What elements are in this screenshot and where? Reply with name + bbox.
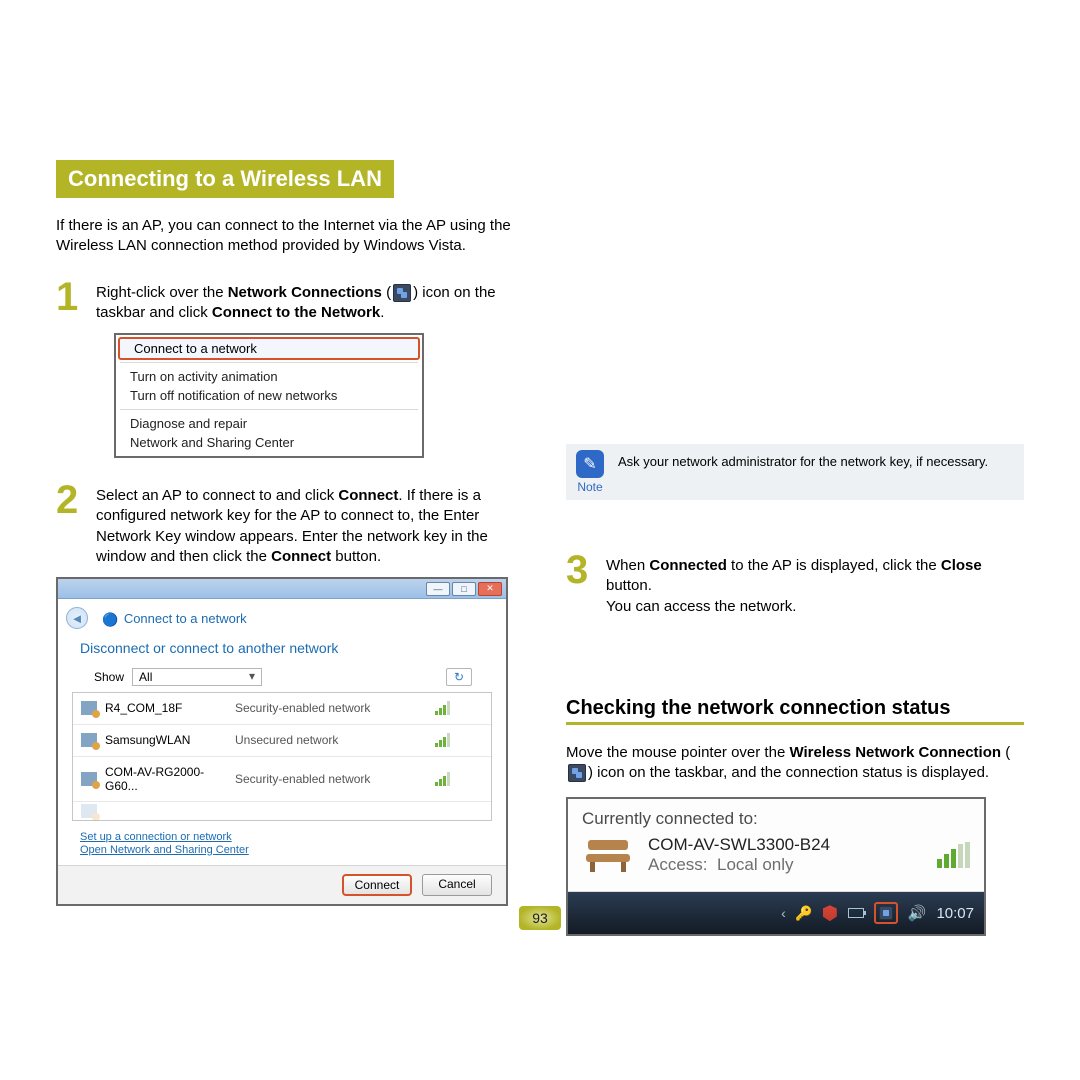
intro-paragraph: If there is an AP, you can connect to th… bbox=[56, 216, 526, 257]
network-icon bbox=[81, 701, 97, 715]
shield-icon[interactable] bbox=[822, 905, 838, 921]
text-fragment: Network Connections bbox=[228, 284, 382, 301]
check-status-paragraph: Move the mouse pointer over the Wireless… bbox=[566, 743, 1024, 784]
text-fragment: Connect to the Network bbox=[212, 304, 380, 321]
text-fragment: ( bbox=[382, 284, 391, 301]
network-icon: 🔵 bbox=[102, 612, 118, 628]
text-fragment: Access: bbox=[648, 855, 708, 874]
network-name: SamsungWLAN bbox=[105, 733, 235, 747]
menu-item-connect-network[interactable]: Connect to a network bbox=[118, 337, 420, 360]
network-security: Security-enabled network bbox=[235, 772, 435, 786]
dialog-breadcrumb: ◄ 🔵 Connect to a network bbox=[58, 599, 506, 632]
text-fragment: When bbox=[606, 557, 649, 574]
text-fragment: Select an AP to connect to and click bbox=[96, 487, 338, 504]
text-fragment: Connect bbox=[338, 487, 398, 504]
menu-item[interactable]: Network and Sharing Center bbox=[130, 433, 408, 452]
key-icon[interactable]: 🔑 bbox=[796, 905, 812, 921]
signal-icon bbox=[435, 701, 473, 715]
note-body: Ask your network administrator for the n… bbox=[618, 450, 988, 471]
step-1: 1 Right-click over the Network Connectio… bbox=[56, 283, 526, 324]
network-row[interactable]: COM-AV-RG2000-G60... Security-enabled ne… bbox=[73, 757, 491, 802]
context-menu-screenshot: Connect to a network Turn on activity an… bbox=[114, 333, 424, 458]
refresh-button[interactable]: ↻ bbox=[446, 668, 472, 686]
show-label: Show bbox=[94, 670, 124, 684]
step-1-number: 1 bbox=[56, 281, 88, 324]
network-name: COM-AV-RG2000-G60... bbox=[105, 765, 235, 793]
subsection-title: Checking the network connection status bbox=[566, 697, 1024, 720]
step-3-number: 3 bbox=[566, 554, 598, 617]
connect-button[interactable]: Connect bbox=[342, 874, 412, 896]
text-fragment: . bbox=[380, 304, 384, 321]
network-row[interactable]: SamsungWLAN Unsecured network bbox=[73, 725, 491, 757]
step-3-body: When Connected to the AP is displayed, c… bbox=[606, 556, 1024, 617]
menu-item[interactable]: Turn off notification of new networks bbox=[130, 386, 408, 405]
network-icon bbox=[81, 733, 97, 747]
note-callout: ✎ Note Ask your network administrator fo… bbox=[566, 444, 1024, 500]
network-tray-icon[interactable] bbox=[874, 902, 898, 924]
network-connections-icon bbox=[393, 284, 411, 302]
signal-icon bbox=[435, 733, 473, 747]
text-fragment: Close bbox=[941, 557, 982, 574]
network-list: R4_COM_18F Security-enabled network Sams… bbox=[72, 692, 492, 821]
menu-item[interactable]: Diagnose and repair bbox=[130, 414, 408, 433]
home-network-icon bbox=[582, 838, 634, 872]
connected-network-access: Access: Local only bbox=[648, 855, 923, 875]
text-fragment: Right-click over the bbox=[96, 284, 228, 301]
menu-item[interactable]: Turn on activity animation bbox=[130, 367, 408, 386]
step-3: 3 When Connected to the AP is displayed,… bbox=[566, 556, 1024, 617]
text-fragment: Move the mouse pointer over the bbox=[566, 744, 789, 761]
text-fragment: You can access the network. bbox=[606, 597, 1024, 617]
divider bbox=[566, 722, 1024, 725]
tooltip-heading: Currently connected to: bbox=[582, 809, 970, 829]
section-title: Connecting to a Wireless LAN bbox=[56, 160, 394, 198]
back-icon[interactable]: ◄ bbox=[66, 607, 88, 629]
setup-connection-link[interactable]: Set up a connection or network bbox=[80, 831, 484, 843]
page-number: 93 bbox=[519, 906, 561, 930]
text-fragment: Local only bbox=[717, 855, 794, 874]
open-sharing-center-link[interactable]: Open Network and Sharing Center bbox=[80, 844, 484, 856]
dialog-links: Set up a connection or network Open Netw… bbox=[58, 831, 506, 865]
text-fragment: Connect bbox=[271, 548, 331, 565]
text-fragment: Wireless Network Connection bbox=[789, 744, 1001, 761]
dialog-title: Connect to a network bbox=[124, 611, 247, 626]
network-icon bbox=[81, 804, 97, 818]
show-filter-dropdown[interactable]: All bbox=[132, 668, 262, 686]
system-tray: ‹ 🔑 🔊 10:07 bbox=[568, 892, 984, 934]
connection-tooltip-screenshot: Currently connected to: COM-AV-SWL3300-B… bbox=[566, 797, 986, 936]
signal-icon bbox=[937, 842, 970, 868]
step-1-body: Right-click over the Network Connections… bbox=[96, 283, 526, 324]
text-fragment: ( bbox=[1001, 744, 1010, 761]
maximize-button[interactable]: □ bbox=[452, 582, 476, 596]
step-2-number: 2 bbox=[56, 484, 88, 567]
step-2-body: Select an AP to connect to and click Con… bbox=[96, 486, 526, 567]
note-label: Note bbox=[576, 480, 604, 494]
connected-network-name: COM-AV-SWL3300-B24 bbox=[648, 835, 923, 855]
minimize-button[interactable]: — bbox=[426, 582, 450, 596]
network-security: Unsecured network bbox=[235, 733, 435, 747]
network-security: Security-enabled network bbox=[235, 701, 435, 715]
text-fragment: Connected bbox=[649, 557, 727, 574]
network-name: R4_COM_18F bbox=[105, 701, 235, 715]
signal-icon bbox=[435, 772, 473, 786]
network-row[interactable]: R4_COM_18F Security-enabled network bbox=[73, 693, 491, 725]
text-fragment: to the AP is displayed, click the bbox=[727, 557, 941, 574]
close-button[interactable]: ✕ bbox=[478, 582, 502, 596]
battery-icon[interactable] bbox=[848, 905, 864, 921]
step-2: 2 Select an AP to connect to and click C… bbox=[56, 486, 526, 567]
text-fragment: button. bbox=[606, 577, 652, 594]
wireless-connection-icon bbox=[568, 764, 586, 782]
text-fragment: ) icon on the taskbar, and the connectio… bbox=[588, 764, 989, 781]
pencil-icon: ✎ bbox=[576, 450, 604, 478]
dialog-titlebar: — □ ✕ bbox=[58, 579, 506, 599]
text-fragment: button. bbox=[331, 548, 381, 565]
connect-network-dialog: — □ ✕ ◄ 🔵 Connect to a network Disconnec… bbox=[56, 577, 508, 906]
network-row[interactable] bbox=[73, 802, 491, 820]
network-icon bbox=[81, 772, 97, 786]
volume-icon[interactable]: 🔊 bbox=[908, 904, 927, 922]
dialog-heading: Disconnect or connect to another network bbox=[58, 632, 506, 668]
cancel-button[interactable]: Cancel bbox=[422, 874, 492, 896]
tray-clock[interactable]: 10:07 bbox=[936, 905, 974, 922]
tray-expand-icon[interactable]: ‹ bbox=[781, 905, 786, 921]
